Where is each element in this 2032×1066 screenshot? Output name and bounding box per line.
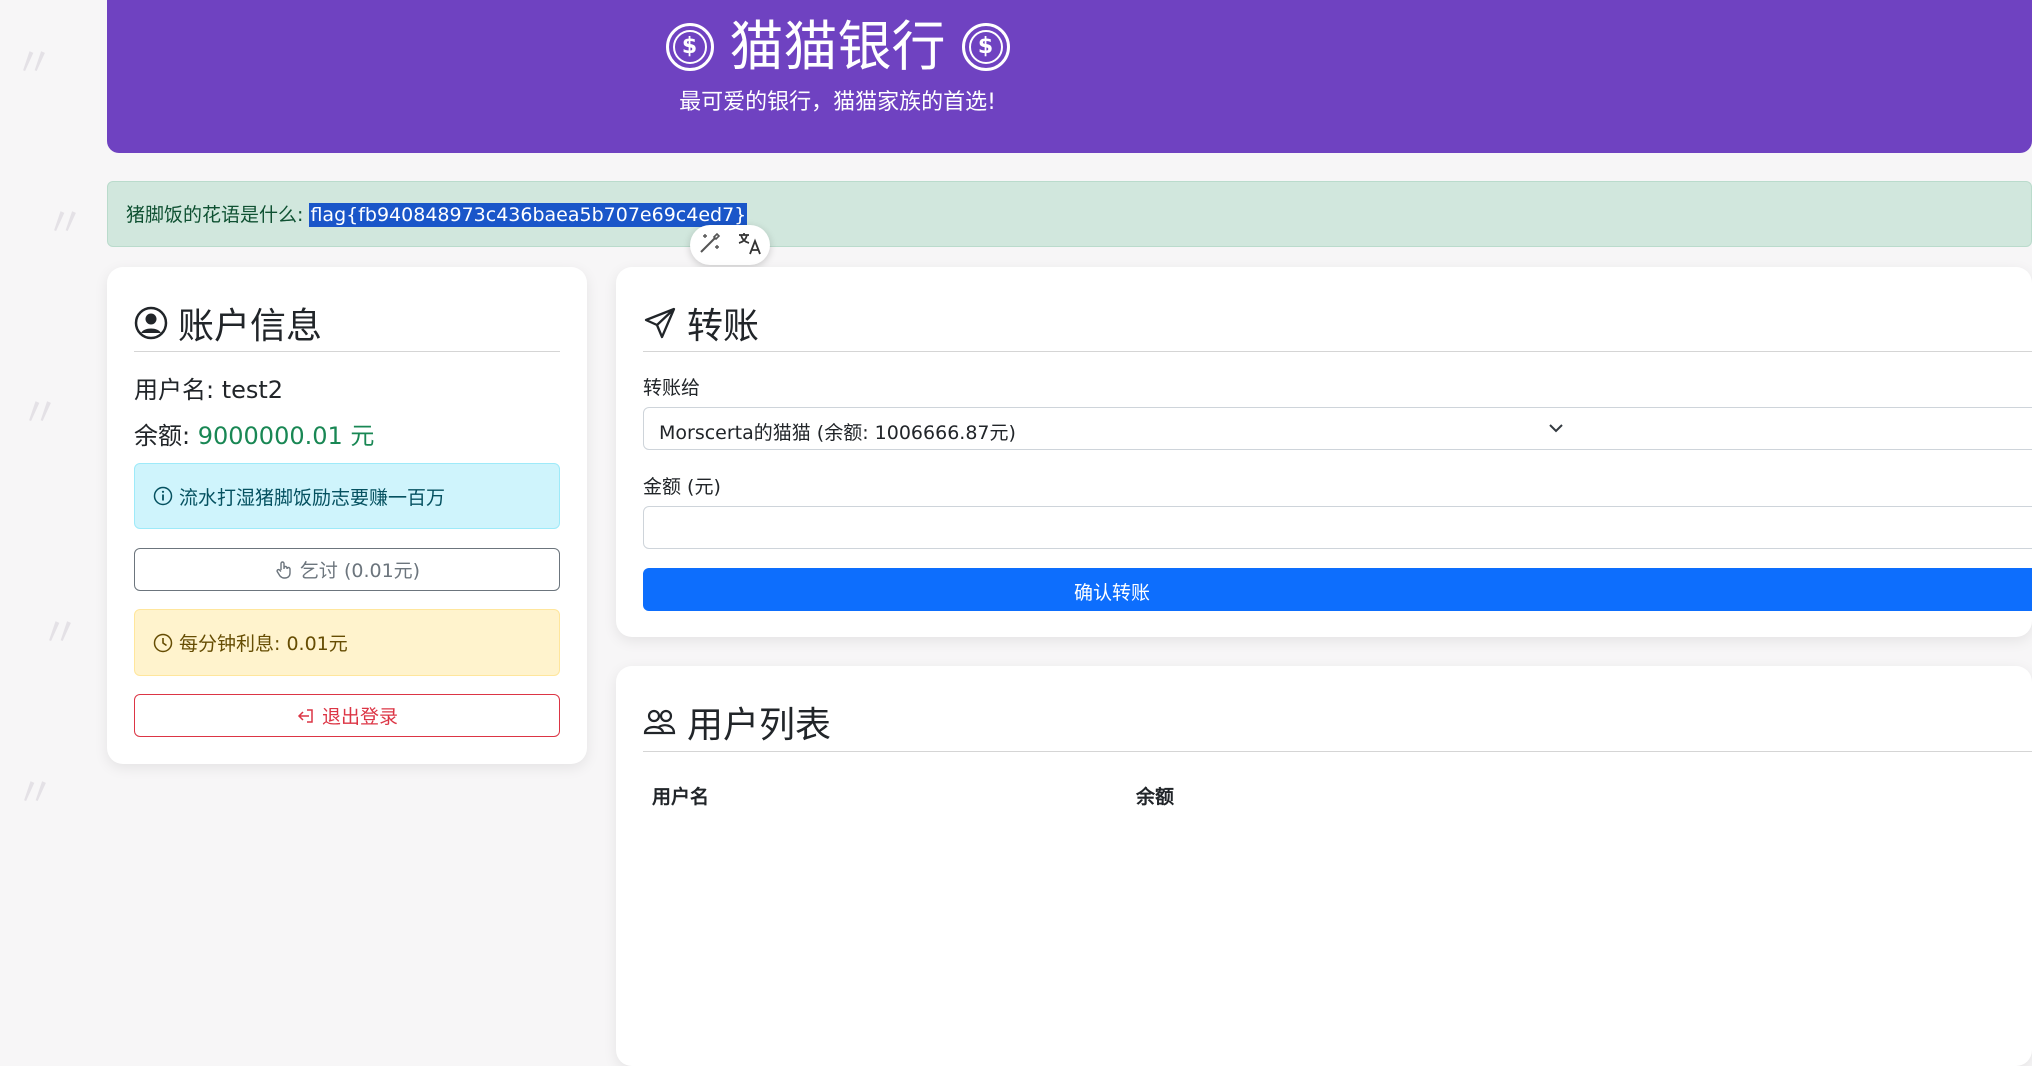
- magic-wand-icon[interactable]: [697, 230, 723, 260]
- flag-value[interactable]: flag{fb940848973c436baea5b707e69c4ed7}: [309, 203, 748, 227]
- beg-button-label: 乞讨 (0.01元): [299, 560, 421, 582]
- transfer-card-title: 转账: [643, 297, 759, 349]
- divider: [643, 751, 2032, 752]
- amount-input[interactable]: [643, 506, 2032, 549]
- logout-button[interactable]: 退出登录: [134, 694, 560, 737]
- info-circle-icon: [153, 486, 173, 506]
- background-doodle: 〃: [45, 200, 85, 246]
- amount-label: 金额 (元): [643, 476, 721, 498]
- dollar-coin-icon: $: [961, 23, 1010, 71]
- background-doodle: 〃: [15, 770, 55, 816]
- flag-alert: 猪脚饭的花语是什么: flag{fb940848973c436baea5b707…: [107, 181, 2032, 247]
- selection-toolbar: [690, 225, 770, 265]
- username-line: 用户名: test2: [134, 370, 283, 405]
- logout-button-label: 退出登录: [321, 706, 398, 728]
- flag-question: 猪脚饭的花语是什么:: [126, 204, 310, 226]
- flag-alert-text: 猪脚饭的花语是什么: flag{fb940848973c436baea5b707…: [126, 200, 748, 227]
- clock-icon: [153, 633, 173, 652]
- balance-line: 余额: 9000000.01 元: [134, 416, 374, 451]
- beg-button[interactable]: 乞讨 (0.01元): [134, 548, 560, 591]
- translate-icon[interactable]: [736, 229, 764, 261]
- confirm-transfer-button[interactable]: 确认转账: [643, 568, 2032, 611]
- balance-label: 余额:: [134, 422, 198, 450]
- account-card: 账户信息 用户名: test2 余额: 9000000.01 元 流水打湿猪脚饭…: [107, 267, 587, 764]
- transfer-to-label: 转账给: [643, 377, 701, 399]
- account-title-label: 账户信息: [178, 306, 323, 347]
- dollar-coin-icon: $: [665, 23, 714, 71]
- divider: [134, 351, 560, 352]
- interest-text: 每分钟利息: 0.01元: [179, 633, 348, 655]
- background-doodle: 〃: [40, 610, 80, 656]
- balance-value: 9000000.01 元: [197, 422, 375, 450]
- logout-icon: [297, 708, 313, 723]
- hand-pointer-icon: [276, 560, 291, 579]
- user-circle-icon: [134, 306, 168, 340]
- user-list-card: 用户列表 用户名 余额: [616, 666, 2032, 1066]
- username-label: 用户名:: [134, 376, 222, 404]
- user-list-title: 用户列表: [643, 696, 831, 748]
- recipient-selected-value: Morscerta的猫猫 (余额: 1006666.87元): [659, 422, 1016, 444]
- recipient-select[interactable]: Morscerta的猫猫 (余额: 1006666.87元): [643, 407, 2032, 450]
- brand: $ 猫猫银行 $: [107, 2, 1568, 92]
- divider: [643, 351, 2032, 352]
- transfer-card: 转账 转账给 Morscerta的猫猫 (余额: 1006666.87元) 金额…: [616, 267, 2032, 637]
- account-card-title: 账户信息: [134, 297, 322, 349]
- site-header: $ 猫猫银行 $ 最可爱的银行，猫猫家族的首选!: [107, 0, 2032, 153]
- confirm-transfer-label: 确认转账: [1074, 582, 1151, 604]
- users-icon: [643, 709, 676, 735]
- site-title: 猫猫银行: [729, 15, 946, 78]
- transfer-title-label: 转账: [687, 306, 760, 347]
- motto-text: 流水打湿猪脚饭励志要赚一百万: [179, 486, 446, 509]
- background-doodle: 〃: [14, 40, 54, 86]
- interest-warning-box: 每分钟利息: 0.01元: [134, 609, 560, 676]
- chevron-down-icon: [1549, 424, 1563, 433]
- background-doodle: 〃: [20, 390, 60, 436]
- username-value: test2: [221, 376, 284, 404]
- site-tagline: 最可爱的银行，猫猫家族的首选!: [679, 90, 996, 115]
- column-header-balance: 余额: [1136, 786, 1175, 808]
- user-list-title-label: 用户列表: [687, 705, 832, 746]
- column-header-username: 用户名: [652, 786, 710, 808]
- motto-info-box: 流水打湿猪脚饭励志要赚一百万: [134, 463, 560, 529]
- send-icon: [644, 307, 676, 339]
